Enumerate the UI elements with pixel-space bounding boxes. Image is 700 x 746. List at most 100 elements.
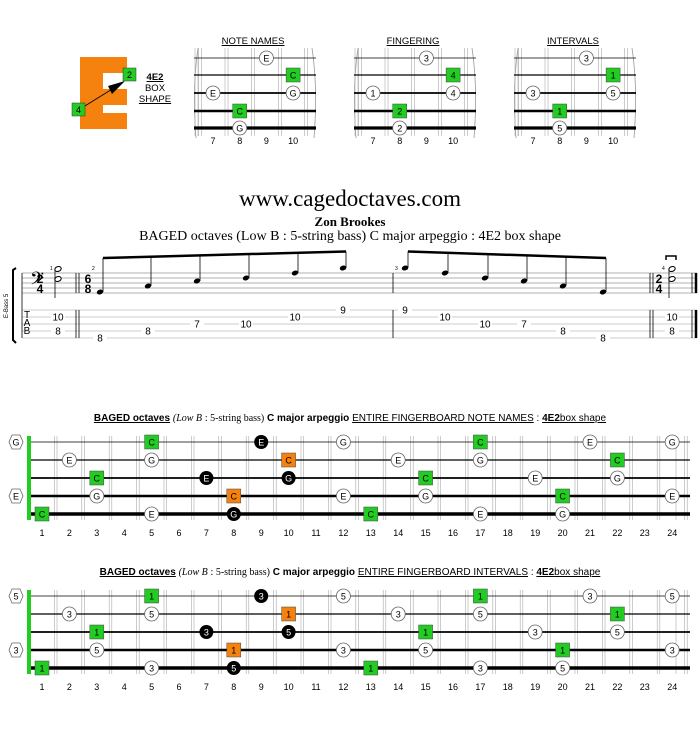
note-marker: 3 — [335, 642, 351, 658]
tab-number: 8 — [97, 334, 103, 345]
marker-label: 1 — [231, 645, 236, 655]
marker-label: E — [66, 455, 72, 465]
note-marker: E — [199, 471, 214, 485]
marker-label: 5 — [557, 123, 562, 133]
marker-label: 2 — [397, 106, 402, 116]
marker-label: G — [422, 491, 429, 501]
marker-label: 3 — [478, 663, 483, 673]
marker-label: 3 — [204, 627, 209, 637]
note-marker: 1 — [89, 624, 105, 640]
fret-number: 8 — [237, 136, 242, 146]
title-part: : — [536, 413, 540, 424]
note-marker: 3 — [144, 660, 160, 676]
title-part: Low B — [181, 567, 208, 578]
marker-label: C — [39, 509, 46, 519]
marker-label: G — [12, 437, 19, 447]
fret-number: 18 — [503, 682, 513, 692]
fingerboard-intervals: 5 1 3 5 1 3 53 5 1 3 5 11 3 5 1 3 53 5 1 3 5 1 31 3 5 1 3 51 2 3 4 5 6 7 8… — [8, 588, 690, 692]
fret-number: 2 — [67, 528, 72, 538]
note-marker: 1 — [363, 660, 379, 676]
note-marker: G — [281, 471, 296, 485]
marker-label: 5 — [670, 591, 675, 601]
note-marker: 3 — [579, 50, 594, 66]
marker-label: 1 — [560, 645, 565, 655]
note-marker: 3 — [254, 589, 269, 603]
marker-label: 3 — [67, 609, 72, 619]
tab-letter: B — [24, 326, 31, 337]
marker-label: 3 — [13, 645, 18, 655]
marker-label: C — [559, 491, 566, 501]
note-marker: G — [285, 85, 301, 101]
marker-label: G — [669, 437, 676, 447]
marker-label: 1 — [149, 591, 154, 601]
marker-label: 3 — [584, 53, 589, 63]
fret-number: 15 — [421, 682, 431, 692]
fret-number: 13 — [366, 528, 376, 538]
note-marker: G — [418, 488, 434, 504]
measure-number: 2 — [92, 266, 95, 272]
shape-label: 4E2 BOX SHAPE — [138, 72, 172, 105]
note-marker: 5 — [605, 85, 621, 101]
fermata-icon — [665, 255, 677, 260]
note-marker: 3 — [390, 606, 406, 622]
marker-label: 3 — [670, 645, 675, 655]
fret-number: 1 — [39, 682, 44, 692]
fret-number: 16 — [448, 682, 458, 692]
fret-number: 14 — [393, 682, 403, 692]
marker-label: 4 — [451, 88, 456, 98]
note-marker: C — [89, 470, 105, 486]
title-part: BAGED octaves — [99, 567, 176, 578]
note-marker: C — [555, 488, 570, 504]
tab-number: 7 — [521, 320, 527, 331]
marker-label: 4 — [451, 70, 456, 80]
fret-number: 19 — [530, 682, 540, 692]
note-marker: 1 — [281, 606, 296, 622]
note-marker: E — [527, 470, 543, 486]
fret-number: 24 — [667, 528, 677, 538]
fret-number: 20 — [558, 682, 568, 692]
measure-number: 1 — [50, 266, 53, 272]
logo-finger-4: 4 — [76, 105, 81, 115]
fret-number: 9 — [264, 136, 269, 146]
fret-number: 5 — [149, 682, 154, 692]
title-part: C major arpeggio — [267, 413, 350, 424]
marker-label: 5 — [286, 627, 291, 637]
marker-label: 5 — [611, 88, 616, 98]
title-part: 4E2 — [542, 413, 560, 424]
fret-number: 4 — [122, 528, 127, 538]
note-marker: 5 — [226, 661, 241, 675]
marker-label: 1 — [611, 70, 616, 80]
marker-label: 1 — [368, 663, 373, 673]
tab-number: 7 — [194, 320, 200, 331]
tab-number: 10 — [439, 313, 451, 324]
note-marker: 1 — [473, 588, 488, 604]
fret-number: 10 — [284, 682, 294, 692]
note-marker: G — [664, 434, 680, 450]
marker-label: 1 — [286, 609, 291, 619]
tab-number: 10 — [289, 313, 301, 324]
fret-number: 8 — [231, 682, 236, 692]
tab-number: 9 — [340, 306, 346, 317]
tab-number: 10 — [52, 313, 64, 324]
note-marker: 5 — [472, 606, 488, 622]
fret-number: 5 — [149, 528, 154, 538]
note-marker: E — [254, 435, 269, 449]
note-marker: G — [144, 452, 160, 468]
fret-number: 3 — [94, 528, 99, 538]
marker-label: C — [477, 437, 484, 447]
note-marker: 1 — [226, 642, 242, 658]
marker-label: 1 — [94, 627, 99, 637]
fret-number: 16 — [448, 528, 458, 538]
fret-number: 11 — [311, 682, 320, 692]
note-marker: C — [281, 452, 296, 468]
marker-label: C — [231, 491, 238, 501]
marker-label: C — [614, 455, 621, 465]
marker-label: 5 — [94, 645, 99, 655]
note-marker: C — [285, 67, 301, 83]
note-marker: 1 — [552, 103, 567, 119]
note-marker: 5 — [552, 120, 568, 136]
marker-label: E — [210, 88, 216, 98]
note-marker: 3 — [419, 50, 434, 66]
note-marker: 3 — [527, 624, 543, 640]
marker-label: G — [559, 509, 566, 519]
